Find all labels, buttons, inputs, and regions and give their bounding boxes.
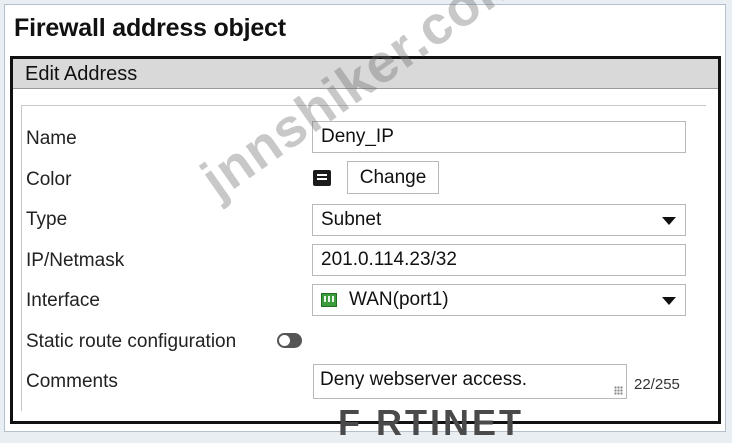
name-label: Name [26,128,77,149]
fortinet-logo-text: F RTINET [338,402,524,443]
type-select-value: Subnet [321,209,382,230]
comments-label: Comments [26,371,118,392]
page-title: Firewall address object [14,14,286,42]
comments-value: Deny webserver access. [320,369,527,390]
interface-label: Interface [26,290,100,311]
name-input[interactable]: Deny_IP [312,121,686,153]
chevron-down-icon [662,217,676,225]
dialog-header: Edit Address [13,59,718,89]
ip-netmask-label: IP/Netmask [26,250,125,271]
interface-select-value: WAN(port1) [349,289,449,310]
resize-grip-icon[interactable] [614,386,623,395]
static-route-toggle[interactable] [277,333,302,348]
chevron-down-icon [662,297,676,305]
color-swatch-icon[interactable] [313,170,331,186]
interface-select[interactable]: WAN(port1) [312,284,686,316]
color-label: Color [26,169,72,190]
network-port-icon [321,293,337,307]
ip-netmask-input[interactable]: 201.0.114.23/32 [312,244,686,276]
type-label: Type [26,209,68,230]
comments-textarea[interactable]: Deny webserver access. [313,364,627,399]
change-color-button[interactable]: Change [347,161,439,194]
type-select[interactable]: Subnet [312,204,686,236]
comments-char-counter: 22/255 [634,376,680,393]
static-route-label: Static route configuration [26,331,237,352]
